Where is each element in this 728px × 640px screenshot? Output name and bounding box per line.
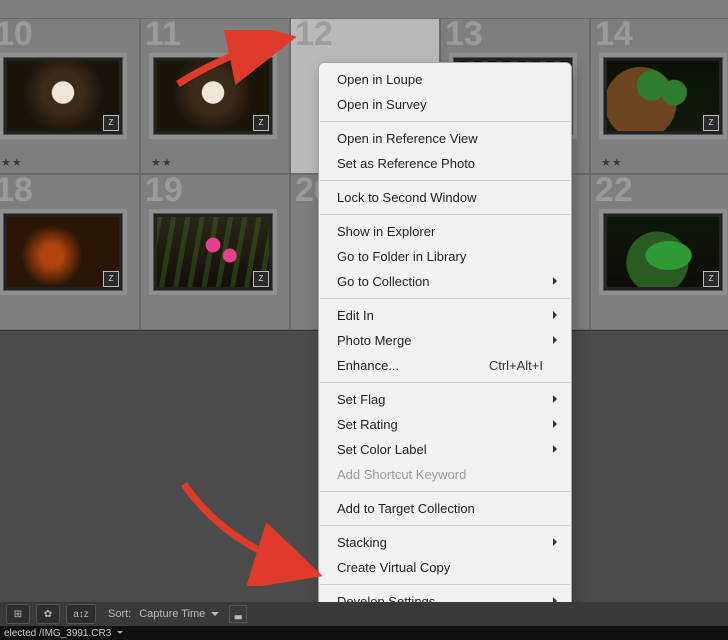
- grid-cell[interactable]: 22 Z: [590, 174, 728, 330]
- thumbnail[interactable]: Z: [0, 53, 127, 139]
- status-text: elected /IMG_3991.CR3: [4, 628, 111, 639]
- menu-add-shortcut-keyword: Add Shortcut Keyword: [319, 462, 571, 487]
- grid-cell[interactable]: 14 Z ★★: [590, 18, 728, 174]
- menu-set-flag[interactable]: Set Flag: [319, 387, 571, 412]
- context-menu: Open in Loupe Open in Survey Open in Ref…: [318, 62, 572, 640]
- grid-cell[interactable]: 19 Z: [140, 174, 290, 330]
- cell-index: 19: [145, 171, 183, 210]
- sort-value: Capture Time: [139, 608, 205, 620]
- format-badge-icon: Z: [103, 271, 119, 287]
- menu-add-target-collection[interactable]: Add to Target Collection: [319, 496, 571, 521]
- menu-separator: [320, 121, 570, 122]
- cell-index: 14: [595, 15, 633, 54]
- menu-separator: [320, 382, 570, 383]
- thumbnail[interactable]: Z: [149, 53, 277, 139]
- cell-index: 18: [0, 171, 33, 210]
- spray-tool-button[interactable]: ✿: [36, 604, 60, 624]
- star-rating[interactable]: ★★: [601, 156, 623, 169]
- menu-lock-second-window[interactable]: Lock to Second Window: [319, 185, 571, 210]
- menu-enhance[interactable]: Enhance... Ctrl+Alt+I: [319, 353, 571, 378]
- menu-photo-merge[interactable]: Photo Merge: [319, 328, 571, 353]
- cell-index: 12: [295, 15, 333, 54]
- thumbnail[interactable]: Z: [599, 53, 727, 139]
- menu-edit-in[interactable]: Edit In: [319, 303, 571, 328]
- format-badge-icon: Z: [253, 271, 269, 287]
- cell-index: 11: [145, 15, 181, 54]
- sort-label: Sort:: [108, 608, 131, 620]
- sort-direction-button[interactable]: ▃: [229, 605, 247, 623]
- cell-index: 13: [445, 15, 483, 54]
- menu-separator: [320, 214, 570, 215]
- star-rating[interactable]: ★★: [151, 156, 173, 169]
- menu-show-explorer[interactable]: Show in Explorer: [319, 219, 571, 244]
- grid-cell[interactable]: 11 Z ★★: [140, 18, 290, 174]
- chevron-down-icon: [117, 631, 123, 637]
- cell-index: 10: [0, 15, 33, 54]
- format-badge-icon: Z: [703, 271, 719, 287]
- menu-set-reference-photo[interactable]: Set as Reference Photo: [319, 151, 571, 176]
- menu-item-label: Enhance...: [337, 358, 399, 373]
- menu-separator: [320, 491, 570, 492]
- menu-go-collection[interactable]: Go to Collection: [319, 269, 571, 294]
- menu-set-rating[interactable]: Set Rating: [319, 412, 571, 437]
- menu-open-survey[interactable]: Open in Survey: [319, 92, 571, 117]
- format-badge-icon: Z: [703, 115, 719, 131]
- status-bar: elected /IMG_3991.CR3: [0, 626, 728, 640]
- thumbnail[interactable]: Z: [149, 209, 277, 295]
- menu-open-loupe[interactable]: Open in Loupe: [319, 67, 571, 92]
- cell-index: 22: [595, 171, 633, 210]
- thumbnail[interactable]: Z: [0, 209, 127, 295]
- menu-separator: [320, 180, 570, 181]
- format-badge-icon: Z: [103, 115, 119, 131]
- sort-order-button[interactable]: a↕z: [66, 604, 96, 624]
- chevron-down-icon: [211, 612, 219, 620]
- menu-open-reference-view[interactable]: Open in Reference View: [319, 126, 571, 151]
- menu-separator: [320, 525, 570, 526]
- grid-cell[interactable]: 18 Z: [0, 174, 140, 330]
- thumbnail[interactable]: Z: [599, 209, 727, 295]
- menu-go-folder[interactable]: Go to Folder in Library: [319, 244, 571, 269]
- grid-cell[interactable]: 10 Z ★★: [0, 18, 140, 174]
- menu-stacking[interactable]: Stacking: [319, 530, 571, 555]
- menu-shortcut: Ctrl+Alt+I: [489, 357, 543, 374]
- grid-view-button[interactable]: ⊞: [6, 604, 30, 624]
- menu-set-color-label[interactable]: Set Color Label: [319, 437, 571, 462]
- sort-dropdown[interactable]: Capture Time: [139, 608, 219, 620]
- menu-separator: [320, 584, 570, 585]
- star-rating[interactable]: ★★: [1, 156, 23, 169]
- thumbnail-grid: 10 Z ★★ 11 Z ★★ 12 13 Z ★★ 14 Z ★★ 18 Z …: [0, 0, 728, 602]
- menu-create-virtual-copy[interactable]: Create Virtual Copy: [319, 555, 571, 580]
- bottom-toolbar: ⊞ ✿ a↕z Sort: Capture Time ▃: [0, 602, 728, 626]
- menu-separator: [320, 298, 570, 299]
- format-badge-icon: Z: [253, 115, 269, 131]
